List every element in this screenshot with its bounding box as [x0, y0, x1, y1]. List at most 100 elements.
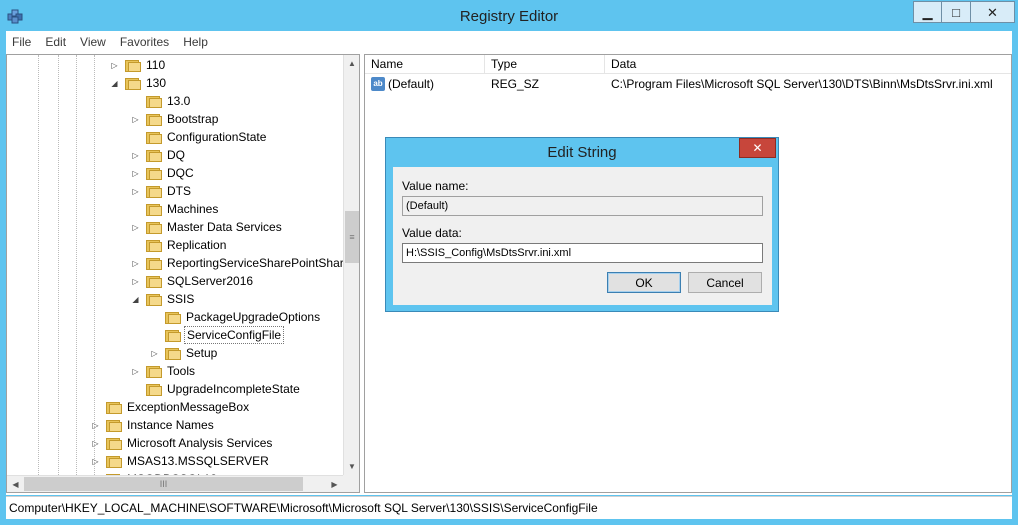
- expand-icon[interactable]: ▷: [131, 367, 140, 376]
- tree-connector: [91, 403, 100, 412]
- expand-icon[interactable]: ▷: [131, 259, 140, 268]
- menu-bar: File Edit View Favorites Help: [6, 31, 1012, 52]
- menu-file[interactable]: File: [12, 35, 31, 49]
- scroll-down-icon[interactable]: ▼: [344, 458, 359, 475]
- column-header-type[interactable]: Type: [485, 55, 605, 74]
- tree-item-label: SQLServer2016: [167, 274, 254, 288]
- tree-item[interactable]: Machines: [131, 200, 220, 218]
- tree-item[interactable]: Replication: [131, 236, 228, 254]
- value-name-field[interactable]: [402, 196, 763, 216]
- list-item[interactable]: ab (Default) REG_SZ C:\Program Files\Micr…: [365, 75, 1011, 93]
- menu-edit[interactable]: Edit: [45, 35, 66, 49]
- expand-icon[interactable]: ▷: [91, 421, 100, 430]
- tree-item[interactable]: ▷ Bootstrap: [131, 110, 220, 128]
- close-icon: ✕: [987, 4, 998, 20]
- dialog-title: Edit String: [547, 144, 617, 161]
- tree-item[interactable]: ▷ DTS: [131, 182, 193, 200]
- tree-item[interactable]: ▷ Tools: [131, 362, 197, 380]
- tree-item[interactable]: ▷ ReportingServiceSharePointShare: [131, 254, 352, 272]
- tree-item[interactable]: ▷ Instance Names: [91, 416, 216, 434]
- column-header-data[interactable]: Data: [605, 55, 1011, 74]
- tree-item-label: SSIS: [167, 292, 195, 306]
- column-header-name[interactable]: Name: [365, 55, 485, 74]
- value-data-label: Value data:: [402, 226, 462, 240]
- tree-item-label: Instance Names: [127, 418, 214, 432]
- window-title: Registry Editor: [459, 8, 559, 25]
- tree-item[interactable]: ▷ 110: [110, 56, 167, 74]
- minimize-icon: ▁: [922, 4, 933, 20]
- expand-icon[interactable]: ▷: [131, 115, 140, 124]
- folder-icon: [165, 310, 181, 324]
- folder-icon: [125, 58, 141, 72]
- tree-vertical-scrollbar[interactable]: ▲ ≡ ▼: [343, 55, 359, 475]
- close-button[interactable]: ✕: [970, 1, 1015, 23]
- tree-item[interactable]: PackageUpgradeOptions: [150, 308, 322, 326]
- value-data-field[interactable]: [402, 243, 763, 263]
- vertical-scroll-thumb[interactable]: ≡: [345, 211, 359, 263]
- tree-item[interactable]: ExceptionMessageBox: [91, 398, 251, 416]
- tree-item[interactable]: ▷ MSAS13.MSSQLSERVER: [91, 452, 271, 470]
- folder-icon: [146, 238, 162, 252]
- menu-view[interactable]: View: [80, 35, 106, 49]
- folder-icon: [125, 76, 141, 90]
- tree-item[interactable]: ConfigurationState: [131, 128, 268, 146]
- expand-icon[interactable]: ▷: [110, 61, 119, 70]
- folder-icon: [165, 346, 181, 360]
- tree-item-label: DTS: [167, 184, 191, 198]
- status-path: Computer\HKEY_LOCAL_MACHINE\SOFTWARE\Mic…: [9, 501, 598, 515]
- expand-icon[interactable]: ▷: [150, 349, 159, 358]
- horizontal-scroll-thumb[interactable]: III: [24, 477, 303, 491]
- tree-item[interactable]: UpgradeIncompleteState: [131, 380, 302, 398]
- expand-icon[interactable]: ▷: [131, 169, 140, 178]
- tree-item-label: DQ: [167, 148, 185, 162]
- expand-icon[interactable]: ▷: [131, 151, 140, 160]
- tree-item[interactable]: ▷ Setup: [150, 344, 219, 362]
- tree-item[interactable]: ▷ SQLServer2016: [131, 272, 255, 290]
- value-type-cell: REG_SZ: [491, 77, 540, 91]
- folder-icon: [106, 400, 122, 414]
- scroll-up-icon[interactable]: ▲: [344, 55, 359, 72]
- tree-horizontal-scrollbar[interactable]: ◀ III ▶: [7, 475, 343, 492]
- value-data-cell: C:\Program Files\Microsoft SQL Server\13…: [611, 77, 993, 91]
- title-bar[interactable]: Registry Editor ▁ □ ✕: [0, 0, 1018, 31]
- ok-button[interactable]: OK: [607, 272, 681, 293]
- tree-item-label: Bootstrap: [167, 112, 219, 126]
- folder-icon: [146, 184, 162, 198]
- tree-item[interactable]: ▷ Microsoft Analysis Services: [91, 434, 274, 452]
- expand-icon[interactable]: ▷: [91, 439, 100, 448]
- scroll-right-icon[interactable]: ▶: [326, 476, 343, 492]
- menu-favorites[interactable]: Favorites: [120, 35, 169, 49]
- cancel-button[interactable]: Cancel: [688, 272, 762, 293]
- tree-item-label: 130: [146, 76, 167, 90]
- tree-item[interactable]: ◢ 130: [110, 74, 168, 92]
- expand-icon[interactable]: ▷: [131, 187, 140, 196]
- tree-guide-line: [38, 55, 39, 475]
- registry-editor-window: Registry Editor ▁ □ ✕ File Edit View Fav…: [0, 0, 1018, 525]
- tree-item[interactable]: ▷ DQC: [131, 164, 196, 182]
- menu-help[interactable]: Help: [183, 35, 208, 49]
- collapse-icon[interactable]: ◢: [110, 79, 119, 88]
- folder-icon: [146, 274, 162, 288]
- registry-tree-pane[interactable]: ▷ 110 ◢ 130 13.0 ▷ Bootstrap ConfigurationState…: [6, 54, 360, 493]
- dialog-close-button[interactable]: ✕: [739, 138, 776, 158]
- expand-icon[interactable]: ▷: [131, 223, 140, 232]
- tree-item[interactable]: ▷ DQ: [131, 146, 187, 164]
- tree-item-label: Microsoft Analysis Services: [127, 436, 273, 450]
- collapse-icon[interactable]: ◢: [131, 295, 140, 304]
- tree-item[interactable]: ServiceConfigFile: [150, 326, 285, 344]
- expand-icon[interactable]: ▷: [91, 457, 100, 466]
- minimize-button[interactable]: ▁: [913, 1, 941, 23]
- folder-icon: [146, 202, 162, 216]
- tree-item[interactable]: ◢ SSIS: [131, 290, 196, 308]
- tree-connector: [131, 241, 140, 250]
- tree-item[interactable]: 13.0: [131, 92, 192, 110]
- expand-icon[interactable]: ▷: [131, 277, 140, 286]
- maximize-icon: □: [952, 4, 960, 20]
- tree-item[interactable]: ▷ Master Data Services: [131, 218, 284, 236]
- tree-item-label: 13.0: [167, 94, 191, 108]
- scroll-left-icon[interactable]: ◀: [7, 476, 24, 492]
- tree-connector: [131, 205, 140, 214]
- tree-item-label: 110: [146, 58, 166, 72]
- maximize-button[interactable]: □: [941, 1, 970, 23]
- value-name-cell: ab (Default): [365, 77, 485, 92]
